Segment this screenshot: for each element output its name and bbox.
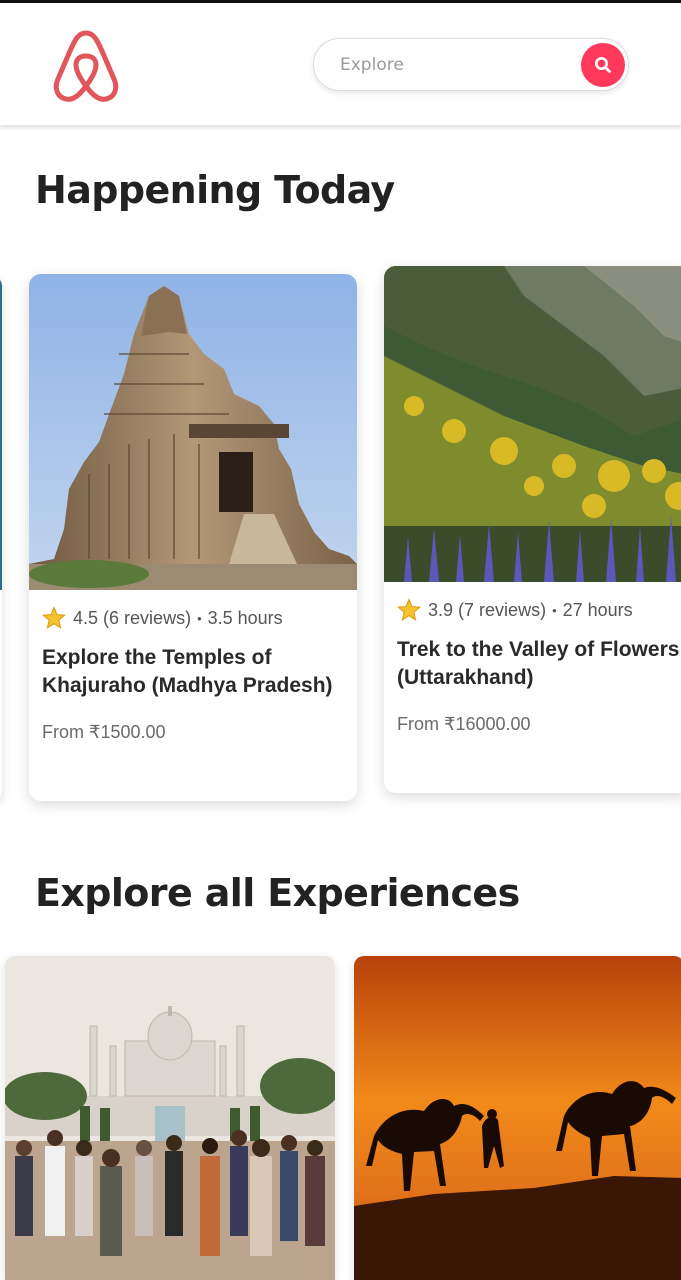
rating-value: 4.5 [73,607,99,628]
temple-photo [29,274,357,590]
card-price: From ₹16000.00 [397,714,531,734]
card-title[interactable]: Trek to the Valley of Flowers (Uttarakha… [397,636,681,692]
search-input[interactable] [340,39,570,90]
card-meta: 4.5 (6 reviews) • 3.5 hours [42,606,357,630]
search-bar[interactable] [313,38,629,91]
review-count: (7 reviews) [458,599,547,620]
desert-camels-photo [354,956,681,1280]
card-price: From ₹1500.00 [42,722,166,742]
duration: 3.5 hours [207,607,283,628]
card-body: 4.5 (6 reviews) • 3.5 hours Explore the … [29,590,357,743]
card-body: 3.9 (7 reviews) • 27 hours Trek to the V… [384,582,681,735]
section-title-happening-today: Happening Today [35,168,395,212]
duration: 27 hours [562,599,633,620]
airbnb-logo-icon[interactable] [50,27,122,103]
experience-card[interactable]: 4.5 (6 reviews) • 3.5 hours Explore the … [29,274,357,801]
experience-card[interactable]: 3.9 (7 reviews) • 27 hours Trek to the V… [384,266,681,793]
separator-dot: • [552,602,557,618]
card-title[interactable]: Explore the Temples of Khajuraho (Madhya… [42,644,342,700]
star-icon [397,598,421,621]
partial-card-left[interactable] [0,276,2,801]
card-meta: 3.9 (7 reviews) • 27 hours [397,598,681,622]
search-button[interactable] [581,43,625,87]
top-header [0,3,681,126]
partial-card-image [0,276,2,590]
explore-card[interactable] [5,956,335,1280]
valley-photo [384,266,681,582]
explore-card[interactable] [354,956,681,1280]
separator-dot: • [197,610,202,626]
section-title-explore-all: Explore all Experiences [35,871,520,915]
taj-mahal-photo [5,956,335,1280]
review-count: (6 reviews) [103,607,192,628]
rating-value: 3.9 [428,599,454,620]
star-icon [42,606,66,629]
search-icon [595,57,611,73]
